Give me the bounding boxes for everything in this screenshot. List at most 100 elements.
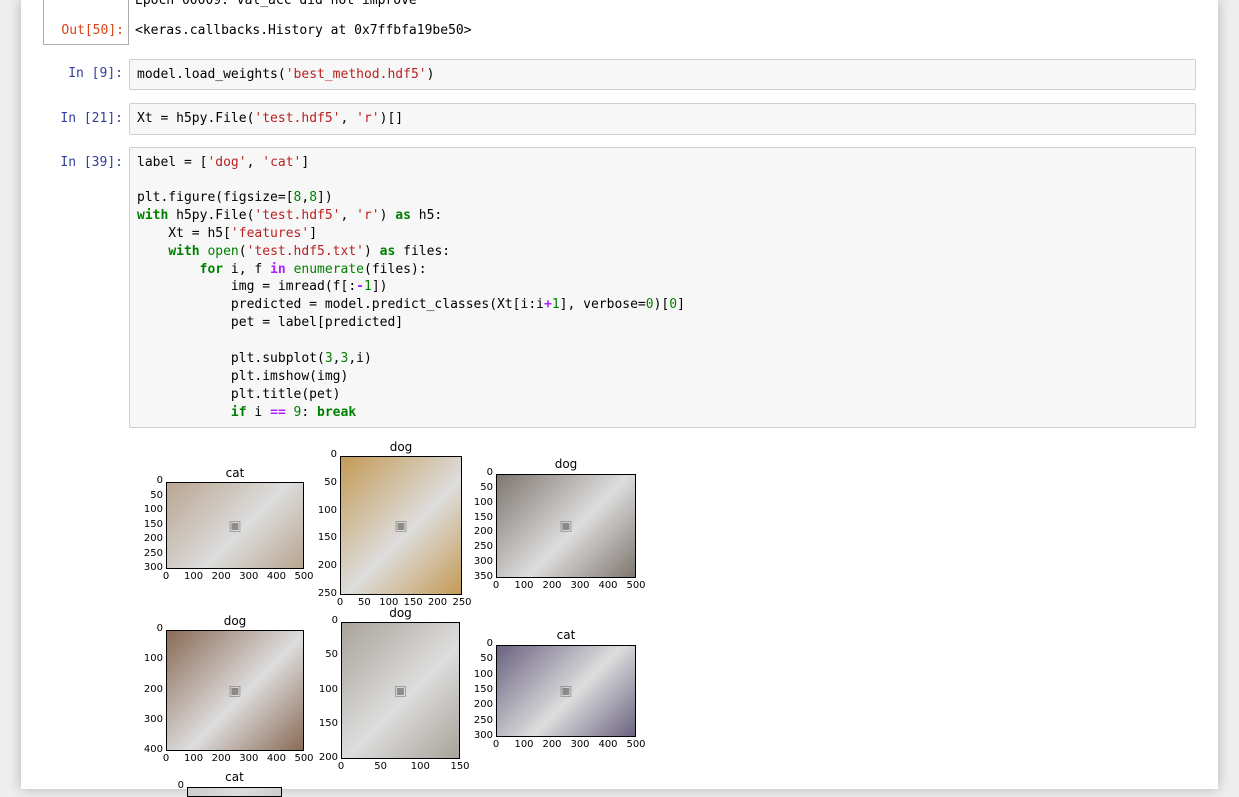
code-line: pet = label[predicted]: [137, 315, 404, 330]
x-tick-label: 200: [542, 580, 562, 591]
y-tick-label: 0: [156, 623, 163, 634]
code-line: img = imread(f[:-1]): [137, 279, 388, 294]
x-tick-label: 400: [266, 753, 286, 764]
x-tick-label: 50: [374, 761, 388, 772]
code-line: predicted = model.predict_classes(Xt[i:i…: [137, 297, 685, 312]
x-tick-label: 100: [184, 571, 204, 582]
x-tick-label: 150: [450, 761, 470, 772]
notebook-container: Epoch 00009: val_acc did not improve Out…: [21, 0, 1218, 797]
code-line: with open('test.hdf5.txt') as files:: [168, 244, 451, 259]
y-tick-label: 250: [143, 547, 163, 559]
y-tick-label: 0: [331, 615, 338, 626]
y-tick-label: 350: [473, 571, 493, 582]
y-tick-label: 200: [473, 699, 493, 711]
y-tick-label: 250: [473, 541, 493, 553]
photo-icon: ▣: [559, 683, 573, 699]
training-log-line: Epoch 00009: val_acc did not improve: [135, 0, 417, 8]
photo-icon: ▣: [559, 518, 573, 534]
cell-prompt: In [9]:: [68, 66, 123, 81]
out-prompt: Out[50]:: [61, 23, 124, 38]
x-tick-label: 100: [514, 739, 534, 750]
x-tick-label: 300: [239, 753, 259, 764]
photo-icon: ▣: [394, 517, 408, 534]
y-tick-label: 150: [143, 518, 163, 530]
subplot-title: cat: [225, 466, 245, 480]
photo-icon: ▣: [228, 517, 242, 534]
y-tick-label: 0: [330, 449, 337, 460]
y-tick-label: 150: [473, 511, 493, 523]
y-tick-label: 0: [486, 467, 493, 478]
output-figure: cat ▣ 0 100 200 300 400 500 0 50 100 150 200 250 300 do…: [129, 432, 689, 797]
code-line: plt.subplot(3,3,i): [137, 351, 372, 366]
code-line: for i, f in enumerate(files):: [199, 262, 427, 277]
cell-prompt: In [21]:: [60, 111, 123, 126]
y-tick-label: 50: [150, 489, 163, 501]
y-tick-label: 0: [177, 780, 184, 791]
y-tick-label: 50: [324, 476, 337, 488]
y-tick-label: 100: [143, 653, 163, 665]
y-tick-label: 100: [317, 504, 337, 516]
y-tick-label: 100: [473, 496, 493, 508]
y-tick-label: 50: [325, 649, 338, 661]
x-tick-label: 400: [266, 571, 286, 582]
x-tick-label: 400: [598, 739, 618, 750]
y-tick-label: 100: [143, 504, 163, 515]
subplot-image: ▣: [340, 456, 462, 595]
code-line: label = ['dog', 'cat']: [137, 155, 310, 170]
photo-icon: ▣: [228, 682, 242, 699]
y-tick-label: 400: [143, 744, 163, 755]
y-tick-label: 200: [143, 683, 163, 695]
code-line: if i == 9: break: [230, 405, 357, 420]
x-tick-label: 500: [294, 571, 314, 582]
x-tick-label: 100: [514, 580, 534, 591]
y-tick-label: 300: [143, 713, 163, 725]
subplot-title: dog: [223, 614, 247, 628]
code-line: Xt = h5['features']: [137, 226, 318, 241]
y-tick-label: 100: [473, 668, 493, 680]
y-tick-label: 50: [480, 653, 493, 665]
y-tick-label: 0: [486, 638, 493, 649]
code-cell-input[interactable]: label = ['dog', 'cat'] plt.figure(figsiz…: [129, 147, 1196, 428]
x-tick-label: 300: [570, 739, 590, 750]
history-output: <keras.callbacks.History at 0x7ffbfa19be…: [135, 23, 472, 38]
y-tick-label: 200: [473, 526, 493, 538]
x-tick-label: 200: [211, 753, 231, 764]
subplot-title: cat: [225, 770, 244, 784]
y-tick-label: 200: [317, 560, 337, 572]
y-tick-label: 250: [317, 588, 337, 599]
y-tick-label: 150: [318, 717, 338, 729]
code-line: plt.imshow(img): [137, 369, 349, 384]
x-tick-label: 300: [570, 580, 590, 591]
subplot-image: ▣: [341, 622, 460, 759]
subplot-image: ▣: [166, 630, 304, 751]
x-tick-label: 500: [626, 739, 646, 750]
y-tick-label: 100: [318, 683, 338, 695]
code-line: plt.figure(figsize=[8,8]): [137, 190, 333, 205]
y-tick-label: 200: [318, 752, 338, 763]
subplot-image: ▣: [166, 482, 304, 569]
code-cell-input[interactable]: model.load_weights('best_method.hdf5'): [129, 59, 1196, 90]
x-tick-label: 400: [598, 580, 618, 591]
subplot-image: ▣: [496, 474, 636, 578]
code-line: plt.title(pet): [137, 387, 341, 402]
x-tick-label: 200: [542, 739, 562, 750]
y-tick-label: 150: [473, 684, 493, 695]
cell-prompt: In [39]:: [60, 155, 123, 170]
y-tick-label: 300: [473, 730, 493, 741]
y-tick-label: 300: [473, 556, 493, 568]
code-line: with h5py.File('test.hdf5', 'r') as h5:: [137, 208, 443, 223]
x-tick-label: 100: [410, 761, 430, 772]
subplot-image: ▣: [496, 645, 636, 737]
y-tick-label: 250: [473, 714, 493, 726]
x-tick-label: 500: [626, 580, 646, 591]
photo-icon: ▣: [393, 682, 408, 699]
code-cell-input[interactable]: Xt = h5py.File('test.hdf5', 'r')[]: [129, 103, 1196, 135]
subplot-title: dog: [389, 440, 413, 454]
y-tick-label: 150: [317, 532, 337, 544]
subplot-title: dog: [554, 457, 578, 471]
y-tick-label: 0: [156, 475, 163, 486]
subplot-title: cat: [556, 628, 576, 642]
x-tick-label: 100: [184, 753, 204, 764]
y-tick-label: 50: [480, 481, 493, 493]
x-tick-label: 200: [211, 571, 231, 582]
